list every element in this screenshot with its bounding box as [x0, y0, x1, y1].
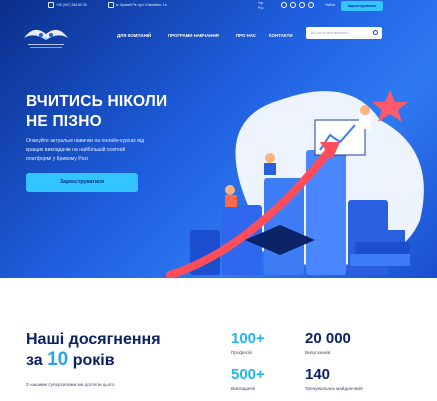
location-icon — [108, 2, 114, 8]
achievements-title-suffix: років — [72, 352, 115, 369]
top-register-button[interactable]: Зареєструватися — [341, 1, 383, 11]
stat-venues-value: 140 — [305, 366, 331, 383]
telegram-icon[interactable] — [299, 2, 305, 8]
stat-venues-label: Тренувальних майданчиків — [305, 386, 363, 391]
lang-ukr[interactable]: Укр — [258, 1, 263, 5]
signin-link[interactable]: Увійти — [325, 3, 335, 7]
achievements-title-number: 10 — [47, 349, 69, 370]
top-bar: +38 (067) 356 85 36 м. Кривий Ріг, вул. … — [0, 0, 437, 12]
instagram-icon[interactable] — [281, 2, 287, 8]
phone-icon — [48, 2, 54, 8]
stat-teachers-label: Викладачів — [231, 386, 255, 391]
nav-for-companies[interactable]: ДЛЯ КОМПАНІЙ — [117, 33, 151, 38]
nav-about[interactable]: ПРО НАС — [236, 33, 256, 38]
achievements-title-line1: Наші досягнення — [26, 331, 161, 348]
hero-register-button[interactable]: Зареєструватися — [26, 173, 138, 192]
nav-contacts[interactable]: КОНТАКТИ — [269, 33, 292, 38]
viber-icon[interactable] — [290, 2, 296, 8]
stat-professions-value: 100+ — [231, 330, 265, 347]
nav-programs[interactable]: ПРОГРАМИ НАВЧАННЯ — [168, 33, 219, 38]
achievements-title-prefix: за — [26, 352, 43, 369]
search-placeholder: Що ви хочете вивчити? — [311, 30, 350, 35]
search-icon[interactable] — [373, 30, 378, 35]
facebook-icon[interactable] — [308, 2, 314, 8]
stat-graduates-label: Випускників — [305, 350, 331, 355]
stat-professions-label: Професій — [231, 350, 252, 355]
stat-graduates-value: 20 000 — [305, 330, 351, 347]
phone-number[interactable]: +38 (067) 356 85 36 — [56, 3, 87, 7]
achievements-section: Наші досягнення за 10 років З нашими суп… — [0, 278, 437, 401]
hero-section: +38 (067) 356 85 36 м. Кривий Ріг, вул. … — [0, 0, 437, 278]
hero-illustration — [166, 90, 424, 278]
address: м. Кривий Ріг, вул. Ювілейна, 1а — [116, 3, 167, 7]
logo-owl-icon[interactable] — [20, 22, 72, 52]
search-input[interactable]: Що ви хочете вивчити? — [306, 27, 382, 39]
achievements-description: З нашими суперсилами ми досягли цього — [26, 382, 115, 387]
achievements-title-line2: за 10 років — [26, 350, 115, 371]
lang-rus[interactable]: Рус — [258, 6, 264, 10]
stat-teachers-value: 500+ — [231, 366, 265, 383]
